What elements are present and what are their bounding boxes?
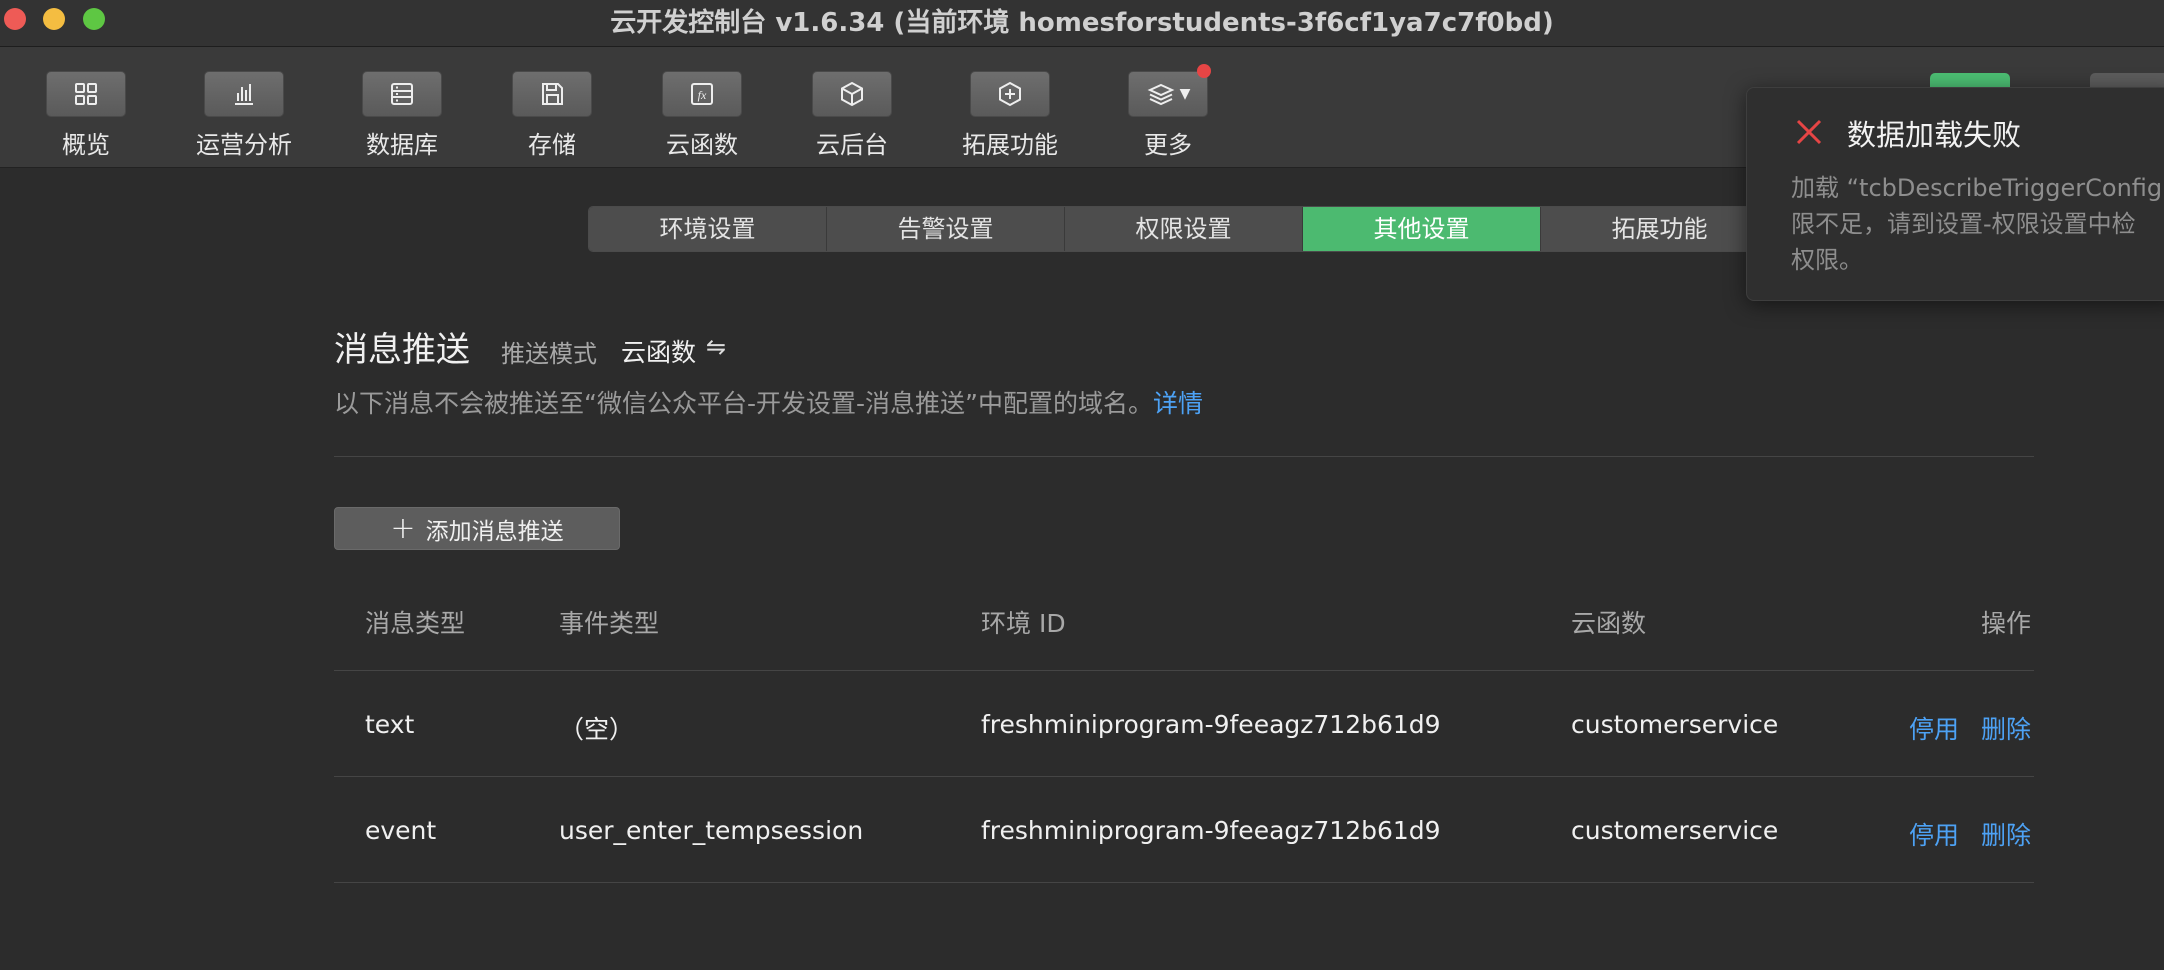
cell-env-id: freshminiprogram-9feeagz712b61d9	[981, 710, 1441, 739]
toast-message-line: 加载 “tcbDescribeTriggerConfig	[1791, 174, 2163, 202]
bar-chart-icon	[235, 84, 253, 105]
settings-tabs: 环境设置 告警设置 权限设置 其他设置 拓展功能	[588, 206, 1780, 252]
svg-text:fx: fx	[698, 88, 707, 102]
cell-function: customerservice	[1571, 710, 1779, 739]
toolbar-label: 云函数	[666, 131, 738, 159]
toast-title: 数据加载失败	[1847, 118, 2022, 152]
cell-env-id: freshminiprogram-9feeagz712b61d9	[981, 816, 1441, 845]
chevron-down-icon: ▼	[1179, 86, 1191, 102]
toolbar-label: 概览	[62, 131, 110, 159]
disable-link[interactable]: 停用	[1909, 710, 1959, 746]
database-icon	[391, 83, 413, 105]
toast-message-line: 限不足，请到设置-权限设置中检	[1791, 210, 2136, 238]
toolbar-item-extensions[interactable]: 拓展功能	[945, 71, 1075, 160]
close-icon[interactable]	[1793, 116, 1825, 148]
cell-message-type: event	[365, 816, 437, 845]
toolbar-label: 云后台	[816, 131, 888, 159]
toolbar-button-analytics[interactable]	[204, 71, 284, 117]
title-bar: 云开发控制台 v1.6.34 (当前环境 homesforstudents-3f…	[0, 0, 2164, 47]
toolbar-button-cloud-backend[interactable]	[812, 71, 892, 117]
delete-link[interactable]: 删除	[1981, 710, 2031, 746]
toolbar-button-overview[interactable]	[46, 71, 126, 117]
section-title: 消息推送	[334, 330, 470, 370]
disable-link[interactable]: 停用	[1909, 816, 1959, 852]
toolbar-item-overview[interactable]: 概览	[21, 71, 151, 160]
push-mode-label: 推送模式	[501, 340, 597, 368]
toolbar-button-cloud-functions[interactable]: fx	[662, 71, 742, 117]
tab-extensions[interactable]: 拓展功能	[1541, 207, 1779, 251]
toolbar-item-storage[interactable]: 存储	[487, 71, 617, 160]
push-mode-value[interactable]: 云函数	[621, 333, 696, 369]
table-divider	[334, 670, 2034, 671]
delete-link[interactable]: 删除	[1981, 816, 2031, 852]
plus-icon: +	[390, 511, 416, 546]
column-header-actions: 操作	[1981, 609, 2032, 638]
function-icon: fx	[691, 83, 713, 105]
cell-event-type: （空）	[559, 715, 635, 744]
add-message-push-button[interactable]: + 添加消息推送	[334, 507, 620, 550]
grid-icon	[75, 83, 97, 105]
notification-dot	[1197, 64, 1211, 78]
toolbar-label: 拓展功能	[962, 131, 1058, 159]
toast-message-line: 权限。	[1791, 246, 1863, 274]
toolbar-item-analytics[interactable]: 运营分析	[179, 71, 309, 160]
toolbar-item-database[interactable]: 数据库	[337, 71, 467, 160]
tab-alert-settings[interactable]: 告警设置	[827, 207, 1065, 251]
toolbar-button-more[interactable]: ▼	[1128, 64, 1211, 117]
extension-icon	[999, 81, 1021, 107]
layers-icon	[1147, 83, 1175, 106]
toolbar-button-storage[interactable]	[512, 71, 592, 117]
toolbar-item-more[interactable]: ▼ 更多	[1103, 64, 1233, 160]
toolbar-button-extensions[interactable]	[970, 71, 1050, 117]
toolbar-label: 运营分析	[196, 131, 292, 159]
column-header-event-type: 事件类型	[559, 609, 660, 638]
section-divider	[334, 456, 2034, 457]
cube-icon	[841, 81, 863, 107]
toolbar-label: 存储	[528, 131, 576, 159]
table-divider	[334, 882, 2034, 883]
tab-other-settings[interactable]: 其他设置	[1303, 207, 1541, 251]
details-link[interactable]: 详情	[1153, 389, 1203, 418]
error-toast: 数据加载失败 加载 “tcbDescribeTriggerConfig 限不足，…	[1746, 87, 2164, 301]
cell-message-type: text	[365, 710, 415, 739]
tab-permission-settings[interactable]: 权限设置	[1065, 207, 1303, 251]
table-divider	[334, 776, 2034, 777]
window-title: 云开发控制台 v1.6.34 (当前环境 homesforstudents-3f…	[610, 8, 1554, 38]
toolbar-label: 数据库	[366, 131, 438, 159]
cell-event-type: user_enter_tempsession	[559, 816, 864, 845]
section-description: 以下消息不会被推送至“微信公众平台-开发设置-消息推送”中配置的域名。详情	[334, 384, 1203, 420]
description-text: 以下消息不会被推送至“微信公众平台-开发设置-消息推送”中配置的域名。	[334, 389, 1153, 418]
add-button-label: 添加消息推送	[425, 518, 564, 545]
floppy-disk-icon	[542, 83, 563, 105]
swap-icon[interactable]: ⇋	[706, 333, 726, 361]
toolbar-item-cloud-backend[interactable]: 云后台	[787, 71, 917, 160]
cell-function: customerservice	[1571, 816, 1779, 845]
column-header-env-id: 环境 ID	[981, 609, 1066, 638]
toolbar-button-database[interactable]	[362, 71, 442, 117]
tab-environment-settings[interactable]: 环境设置	[589, 207, 827, 251]
toolbar-item-cloud-functions[interactable]: fx 云函数	[637, 71, 767, 160]
column-header-function: 云函数	[1571, 609, 1647, 638]
column-header-message-type: 消息类型	[365, 609, 466, 638]
toast-message: 加载 “tcbDescribeTriggerConfig 限不足，请到设置-权限…	[1791, 170, 2164, 278]
toolbar-label: 更多	[1144, 131, 1192, 159]
